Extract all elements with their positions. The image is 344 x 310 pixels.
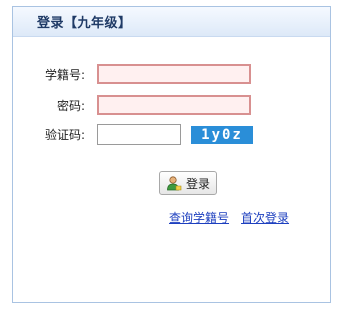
login-panel: 登录【九年级】 学籍号: 密码: 验证码: 1y0z 登录 查询学籍号 首次登录 xyxy=(12,6,331,303)
query-student-id-link[interactable]: 查询学籍号 xyxy=(169,209,229,226)
first-login-link[interactable]: 首次登录 xyxy=(241,209,289,226)
login-button-label: 登录 xyxy=(185,176,210,191)
captcha-row: 验证码: 1y0z xyxy=(13,124,253,145)
links-row: 查询学籍号 首次登录 xyxy=(169,209,289,226)
login-button[interactable]: 登录 xyxy=(159,171,217,195)
student-id-row: 学籍号: xyxy=(13,64,251,84)
captcha-image[interactable]: 1y0z xyxy=(191,125,253,144)
panel-header: 登录【九年级】 xyxy=(13,7,330,37)
password-label: 密码: xyxy=(56,98,85,113)
student-id-label: 学籍号: xyxy=(44,67,85,82)
password-row: 密码: xyxy=(13,95,251,115)
user-icon xyxy=(166,175,182,191)
student-id-input[interactable] xyxy=(97,64,251,84)
password-input[interactable] xyxy=(97,95,251,115)
captcha-input[interactable] xyxy=(97,124,181,145)
panel-title: 登录【九年级】 xyxy=(37,16,132,31)
captcha-label: 验证码: xyxy=(44,128,85,142)
